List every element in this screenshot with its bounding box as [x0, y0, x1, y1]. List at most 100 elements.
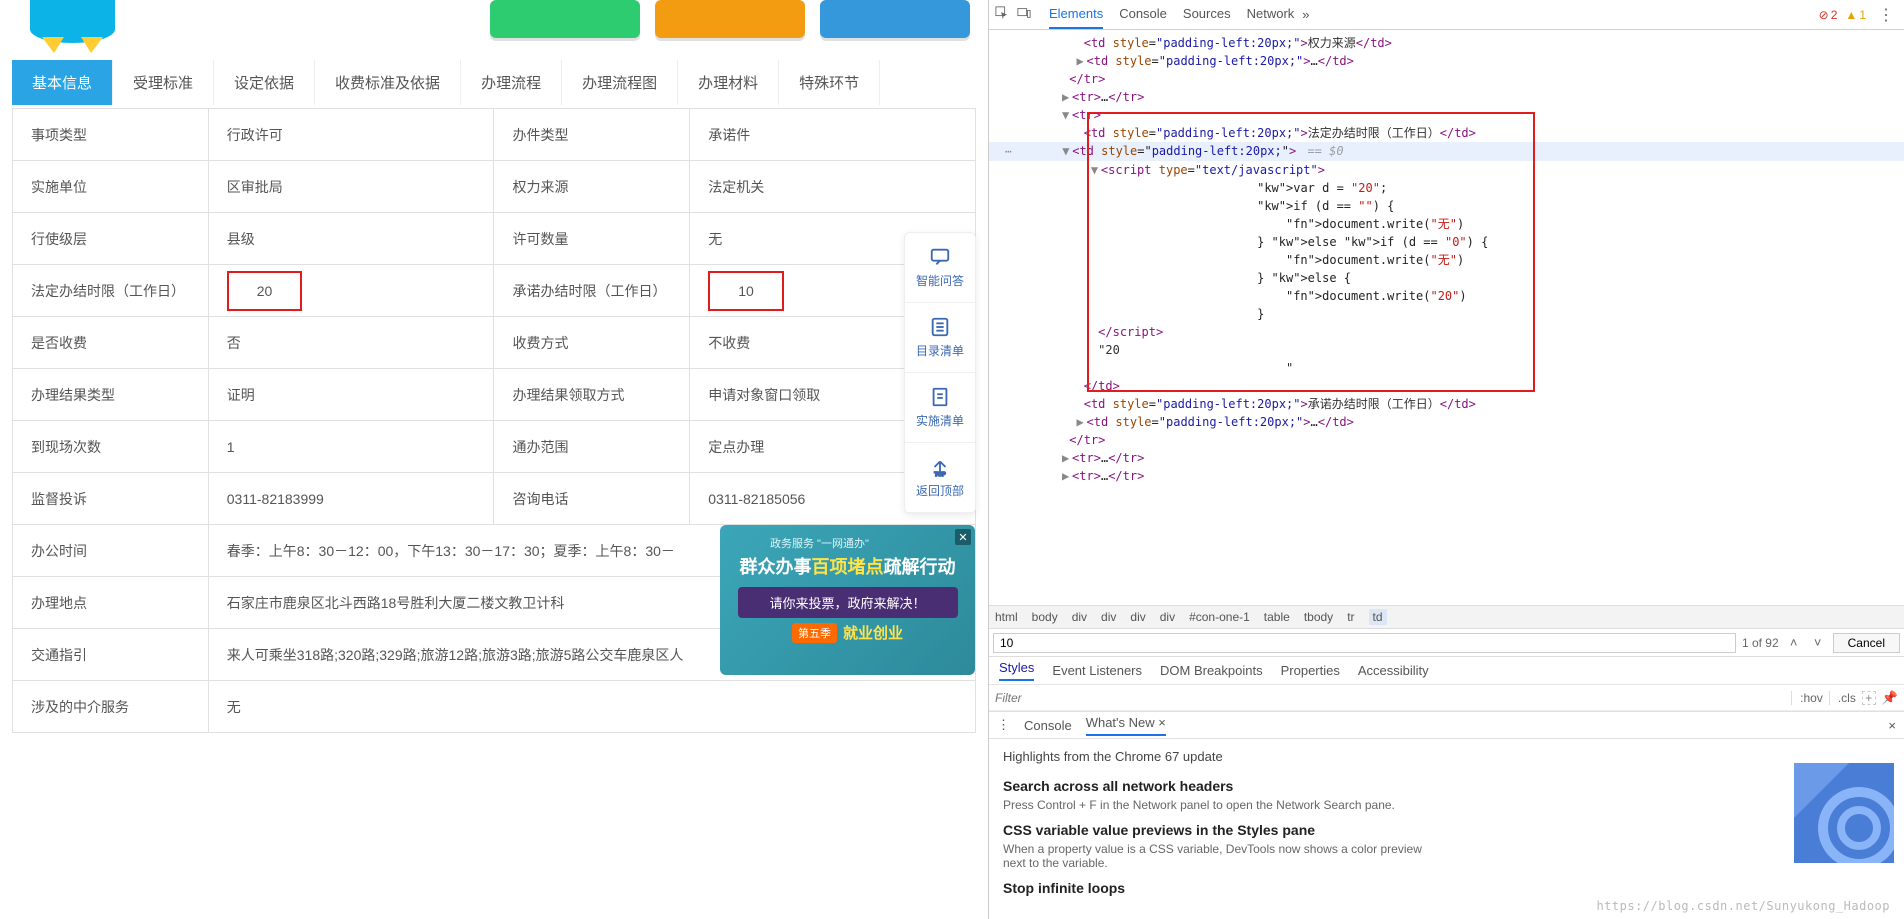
close-icon[interactable]: × [1158, 715, 1166, 730]
warning-count[interactable]: ▲1 [1845, 8, 1866, 22]
subtab-accessibility[interactable]: Accessibility [1358, 663, 1429, 678]
subtab-dom-breakpoints[interactable]: DOM Breakpoints [1160, 663, 1263, 678]
highlight-text: Press Control + F in the Network panel t… [1003, 798, 1423, 812]
highlight-heading: Stop infinite loops [1003, 880, 1890, 896]
cancel-button[interactable]: Cancel [1833, 633, 1900, 653]
devtools-tab-console[interactable]: Console [1119, 0, 1167, 29]
new-rule-icon[interactable]: + [1862, 691, 1876, 705]
whats-new-panel: Highlights from the Chrome 67 update Sea… [989, 739, 1904, 919]
devtools-tab-more[interactable]: » [1302, 1, 1309, 28]
cell-value: 法定机关 [690, 161, 976, 213]
cell-label: 许可数量 [494, 213, 690, 265]
drawer-tab-console[interactable]: Console [1024, 718, 1072, 733]
cell-label: 办理地点 [13, 577, 209, 629]
drawer-menu-icon[interactable]: ⋮ [997, 717, 1010, 733]
side-chat[interactable]: 智能问答 [905, 233, 975, 303]
pin-icon[interactable]: 📌 [1882, 690, 1898, 706]
banner-season-badge: 第五季 [792, 623, 837, 643]
cell-value: 否 [208, 317, 494, 369]
tab-2[interactable]: 设定依据 [214, 60, 315, 105]
svg-text:TOP: TOP [934, 472, 946, 478]
highlight-heading: CSS variable value previews in the Style… [1003, 822, 1890, 838]
subtab-properties[interactable]: Properties [1281, 663, 1340, 678]
cell-label: 承诺办结时限（工作日） [494, 265, 690, 317]
crumb[interactable]: div [1160, 610, 1175, 624]
banner-topic: 就业创业 [843, 622, 903, 643]
devtools-tab-network[interactable]: Network [1247, 0, 1295, 29]
devtools-logo-icon [1794, 763, 1894, 863]
tab-1[interactable]: 受理标准 [113, 60, 214, 105]
crumb[interactable]: html [995, 610, 1018, 624]
tab-6[interactable]: 办理材料 [678, 60, 779, 105]
crumb[interactable]: div [1101, 610, 1116, 624]
highlight-heading: Search across all network headers [1003, 778, 1890, 794]
cell-label: 到现场次数 [13, 421, 209, 473]
highlight-box [1087, 112, 1535, 392]
cell-value: 20 [208, 265, 494, 317]
cell-label: 交通指引 [13, 629, 209, 681]
find-count: 1 of 92 [1742, 636, 1779, 650]
tab-4[interactable]: 办理流程 [461, 60, 562, 105]
crumb[interactable]: table [1264, 610, 1290, 624]
watermark: https://blog.csdn.net/Sunyukong_Hadoop [1596, 899, 1890, 913]
cell-label: 办理结果领取方式 [494, 369, 690, 421]
cls-toggle[interactable]: .cls [1829, 691, 1856, 705]
top-action-1[interactable] [490, 0, 640, 38]
whats-new-title: Highlights from the Chrome 67 update [1003, 749, 1890, 764]
crumb[interactable]: body [1032, 610, 1058, 624]
devtools-tab-elements[interactable]: Elements [1049, 0, 1103, 29]
close-icon[interactable]: ✕ [955, 529, 971, 545]
cell-value: 县级 [208, 213, 494, 265]
inspect-icon[interactable] [995, 6, 1009, 23]
cell-value: 0311-82183999 [208, 473, 494, 525]
elements-tree[interactable]: <td style="padding-left:20px;">权力来源</td>… [989, 30, 1904, 605]
cell-label: 办理结果类型 [13, 369, 209, 421]
tab-7[interactable]: 特殊环节 [779, 60, 880, 105]
banner-sub: 请你来投票，政府来解决！ [738, 587, 958, 618]
cell-label: 涉及的中介服务 [13, 681, 209, 733]
filter-input[interactable] [995, 691, 1785, 705]
top-action-3[interactable] [820, 0, 970, 38]
cell-value: 区审批局 [208, 161, 494, 213]
device-icon[interactable] [1017, 6, 1031, 23]
close-drawer-icon[interactable]: × [1888, 718, 1896, 733]
devtools-menu-icon[interactable]: ⋮ [1874, 5, 1898, 25]
devtools-toolbar: Elements Console Sources Network » ⊘2 ▲1 ⋮ [989, 0, 1904, 30]
crumb[interactable]: #con-one-1 [1189, 610, 1250, 624]
breadcrumb[interactable]: htmlbodydivdivdivdiv#con-one-1tabletbody… [989, 605, 1904, 629]
cell-value: 行政许可 [208, 109, 494, 161]
cell-label: 办件类型 [494, 109, 690, 161]
crumb[interactable]: tbody [1304, 610, 1333, 624]
error-count[interactable]: ⊘2 [1819, 8, 1838, 22]
cell-value: 承诺件 [690, 109, 976, 161]
drawer-tab-whatsnew[interactable]: What's New × [1086, 715, 1166, 736]
subtab-styles[interactable]: Styles [999, 660, 1034, 681]
find-input[interactable] [993, 633, 1736, 653]
find-next-icon[interactable]: ˅ [1809, 635, 1827, 650]
hov-toggle[interactable]: :hov [1791, 691, 1823, 705]
cell-label: 监督投诉 [13, 473, 209, 525]
side-doc[interactable]: 实施清单 [905, 373, 975, 443]
crumb[interactable]: tr [1347, 610, 1354, 624]
top-action-2[interactable] [655, 0, 805, 38]
side-list[interactable]: 目录清单 [905, 303, 975, 373]
cell-label: 咨询电话 [494, 473, 690, 525]
crumb[interactable]: div [1130, 610, 1145, 624]
highlight-text: When a property value is a CSS variable,… [1003, 842, 1423, 870]
devtools-tab-sources[interactable]: Sources [1183, 0, 1231, 29]
crumb[interactable]: td [1369, 609, 1387, 625]
cell-label: 收费方式 [494, 317, 690, 369]
styles-filter-bar: :hov .cls + 📌 [989, 685, 1904, 711]
find-prev-icon[interactable]: ˄ [1785, 635, 1803, 650]
subtab-event-listeners[interactable]: Event Listeners [1052, 663, 1142, 678]
cell-label: 是否收费 [13, 317, 209, 369]
tab-3[interactable]: 收费标准及依据 [315, 60, 461, 105]
cell-label: 实施单位 [13, 161, 209, 213]
floating-banner[interactable]: ✕ 政务服务 "一网通办" 群众办事百项堵点疏解行动 请你来投票，政府来解决！ … [720, 525, 975, 675]
side-top[interactable]: TOP返回顶部 [905, 443, 975, 513]
tab-5[interactable]: 办理流程图 [562, 60, 678, 105]
find-bar: 1 of 92 ˄ ˅ Cancel [989, 629, 1904, 657]
banner-tagline: 政务服务 "一网通办" [770, 535, 965, 551]
tab-0[interactable]: 基本信息 [12, 60, 113, 105]
crumb[interactable]: div [1072, 610, 1087, 624]
